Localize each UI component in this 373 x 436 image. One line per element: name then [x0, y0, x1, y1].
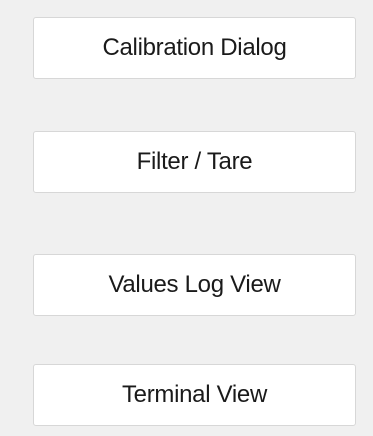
filter-tare-button[interactable]: Filter / Tare: [33, 131, 356, 193]
terminal-view-button[interactable]: Terminal View: [33, 364, 356, 426]
values-log-view-button[interactable]: Values Log View: [33, 254, 356, 316]
button-panel: Calibration Dialog Filter / Tare Values …: [0, 0, 373, 436]
calibration-dialog-button[interactable]: Calibration Dialog: [33, 17, 356, 79]
